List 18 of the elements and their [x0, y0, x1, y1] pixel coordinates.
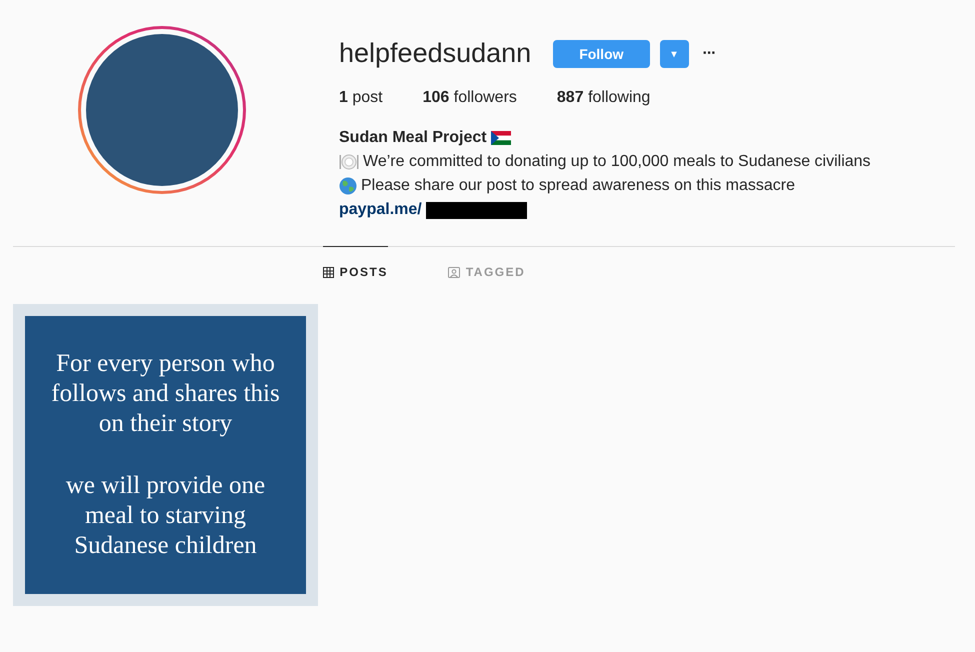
profile-name: Sudan Meal Project [339, 129, 487, 147]
globe-icon [339, 177, 357, 195]
person-tag-icon [448, 266, 460, 278]
post-text: we will provide one meal to starving Sudanese children [64, 471, 266, 561]
profile-stat[interactable]: 106 followers [422, 89, 517, 107]
profile-stat[interactable]: 887 following [556, 89, 650, 107]
more-button[interactable]: ··· [698, 44, 720, 62]
profile-link[interactable]: paypal.me/ [339, 201, 422, 219]
profile-stat[interactable]: 1 post [339, 89, 383, 107]
bio-text: Please share our post to spread awareness on this massacre [361, 177, 796, 195]
bio-text: We’re committed to donating up to 100,000 meals to Sudanese civilians [363, 153, 871, 171]
username: helpfeedsudann [339, 38, 532, 69]
post-tile[interactable]: For every person who follows and shares this on their story we will provide one meal to starving Sudanese children [13, 304, 318, 606]
plate-icon [339, 153, 359, 171]
post-text: For every person who follows and shares this on their story [50, 349, 281, 439]
grid-icon [322, 266, 334, 278]
profile-tab[interactable]: POSTS [322, 246, 388, 297]
flag-icon [490, 131, 511, 145]
